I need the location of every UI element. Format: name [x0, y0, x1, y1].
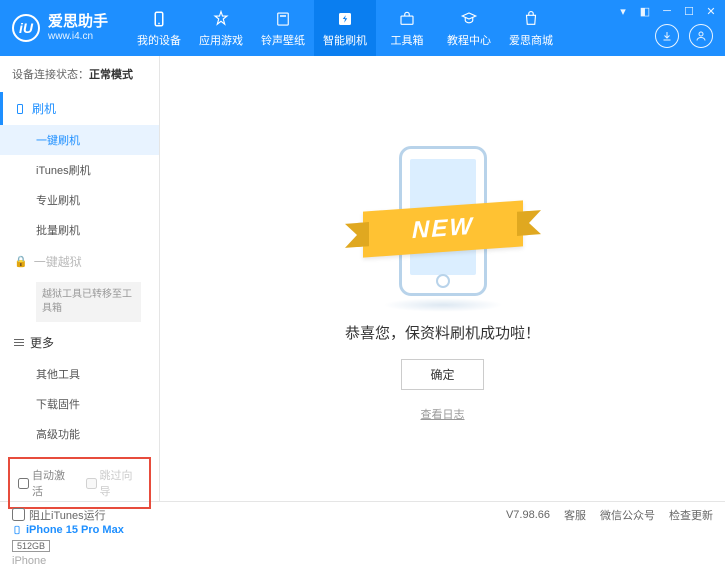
device-type: iPhone — [12, 555, 147, 567]
sidebar-advanced[interactable]: 高级功能 — [0, 419, 159, 449]
new-ribbon: NEW — [363, 200, 523, 257]
download-button[interactable] — [655, 24, 679, 48]
sidebar-itunes-flash[interactable]: iTunes刷机 — [0, 155, 159, 185]
connection-status: 设备连接状态：正常模式 — [0, 56, 159, 92]
footer-check-update[interactable]: 检查更新 — [669, 507, 713, 523]
success-illustration: NEW — [353, 136, 533, 306]
nav-tutorials[interactable]: 教程中心 — [438, 0, 500, 56]
close-button[interactable]: ✕ — [703, 4, 719, 18]
skip-guide-checkbox[interactable]: 跳过向导 — [86, 467, 142, 499]
footer-support[interactable]: 客服 — [564, 507, 586, 523]
minimize-button[interactable]: ─ — [659, 4, 675, 18]
section-more[interactable]: 更多 — [0, 326, 159, 359]
maximize-button[interactable]: ☐ — [681, 4, 697, 18]
app-logo: iU 爱思助手 www.i4.cn — [12, 13, 108, 43]
flash-icon — [335, 9, 355, 29]
apps-icon — [211, 9, 231, 29]
section-jailbreak[interactable]: 🔒一键越狱 — [0, 245, 159, 278]
nav-toolbox[interactable]: 工具箱 — [376, 0, 438, 56]
device-info: iPhone 15 Pro Max 512GB iPhone — [0, 517, 159, 573]
app-url: www.i4.cn — [48, 31, 108, 43]
store-icon — [521, 9, 541, 29]
app-title: 爱思助手 — [48, 13, 108, 31]
toolbox-icon — [397, 9, 417, 29]
ringtone-icon — [273, 9, 293, 29]
user-button[interactable] — [689, 24, 713, 48]
jailbreak-note: 越狱工具已转移至工具箱 — [36, 282, 141, 322]
tutorial-icon — [459, 9, 479, 29]
nav-my-devices[interactable]: 我的设备 — [128, 0, 190, 56]
hamburger-icon — [14, 339, 24, 346]
device-name[interactable]: iPhone 15 Pro Max — [12, 523, 147, 537]
sidebar-one-click-flash[interactable]: 一键刷机 — [0, 125, 159, 155]
success-message: 恭喜您，保资料刷机成功啦！ — [345, 322, 540, 343]
device-icon — [149, 9, 169, 29]
block-itunes-checkbox[interactable]: 阻止iTunes运行 — [12, 507, 106, 523]
footer-wechat[interactable]: 微信公众号 — [600, 507, 655, 523]
nav-store[interactable]: 爱思商城 — [500, 0, 562, 56]
menu-icon[interactable]: ▾ — [615, 4, 631, 18]
device-storage: 512GB — [12, 540, 50, 552]
nav-ringtones[interactable]: 铃声壁纸 — [252, 0, 314, 56]
sidebar-batch-flash[interactable]: 批量刷机 — [0, 215, 159, 245]
phone-icon — [12, 523, 22, 537]
version-label: V7.98.66 — [506, 509, 550, 521]
sidebar-other-tools[interactable]: 其他工具 — [0, 359, 159, 389]
view-log-link[interactable]: 查看日志 — [421, 406, 465, 422]
sidebar-download-firmware[interactable]: 下载固件 — [0, 389, 159, 419]
auto-activate-checkbox[interactable]: 自动激活 — [18, 467, 74, 499]
options-box: 自动激活 跳过向导 — [8, 457, 151, 509]
lock-icon: 🔒 — [14, 255, 28, 268]
section-flash[interactable]: 刷机 — [0, 92, 159, 125]
ok-button[interactable]: 确定 — [401, 359, 483, 390]
skin-icon[interactable]: ◧ — [637, 4, 653, 18]
nav-apps-games[interactable]: 应用游戏 — [190, 0, 252, 56]
logo-icon: iU — [12, 14, 40, 42]
nav-smart-flash[interactable]: 智能刷机 — [314, 0, 376, 56]
sidebar-pro-flash[interactable]: 专业刷机 — [0, 185, 159, 215]
